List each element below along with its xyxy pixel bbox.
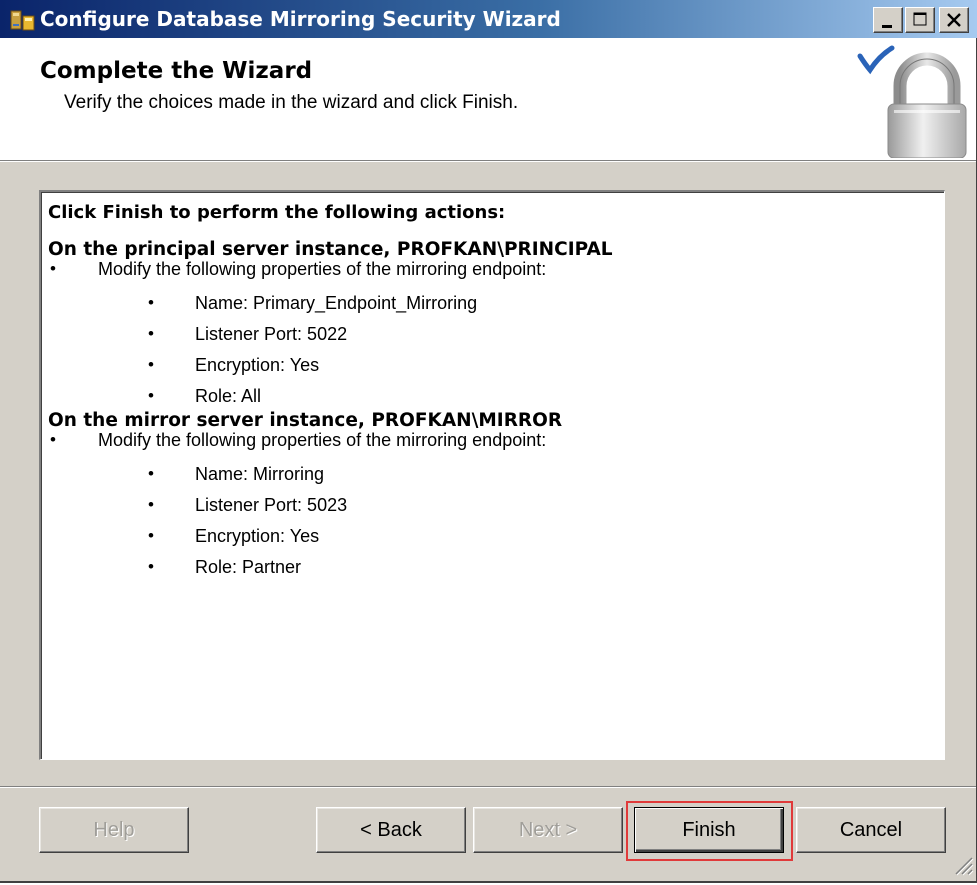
wizard-header: Complete the Wizard Verify the choices m… xyxy=(0,38,976,161)
next-button[interactable]: Next > xyxy=(473,807,623,853)
padlock-check-icon xyxy=(848,44,968,159)
database-wizard-icon xyxy=(10,8,36,32)
list-item: • Role: Partner xyxy=(148,557,302,577)
list-item: • Listener Port: 5023 xyxy=(148,495,348,515)
close-icon xyxy=(947,13,961,27)
list-item: • Encryption: Yes xyxy=(148,526,320,546)
maximize-button[interactable] xyxy=(905,7,935,33)
list-item: • Encryption: Yes xyxy=(148,355,320,375)
bullet-icon: • xyxy=(50,430,56,449)
window-title: Configure Database Mirroring Security Wi… xyxy=(40,7,561,31)
window-bottom-edge xyxy=(0,881,977,883)
minimize-button[interactable] xyxy=(873,7,903,33)
list-item: • Modify the following properties of the… xyxy=(50,430,547,450)
cancel-button[interactable]: Cancel xyxy=(796,807,946,853)
bullet-icon: • xyxy=(148,526,154,545)
bullet-icon: • xyxy=(148,386,154,405)
bullet-icon: • xyxy=(148,324,154,343)
bullet-icon: • xyxy=(50,259,56,278)
list-item: • Modify the following properties of the… xyxy=(50,259,547,279)
list-item: • Name: Mirroring xyxy=(148,464,325,484)
back-button[interactable]: < Back xyxy=(316,807,466,853)
bullet-icon: • xyxy=(148,293,154,312)
summary-intro: Click Finish to perform the following ac… xyxy=(48,202,506,223)
maximize-icon xyxy=(913,12,927,26)
footer-divider-highlight xyxy=(0,787,976,788)
bullet-icon: • xyxy=(148,557,154,576)
title-bar[interactable]: Configure Database Mirroring Security Wi… xyxy=(0,0,977,38)
close-button[interactable] xyxy=(939,7,969,33)
wizard-window: Configure Database Mirroring Security Wi… xyxy=(0,0,977,881)
bullet-icon: • xyxy=(148,464,154,483)
list-item: • Role: All xyxy=(148,386,262,406)
help-button[interactable]: Help xyxy=(39,807,189,853)
header-divider xyxy=(0,161,976,162)
list-item: • Name: Primary_Endpoint_Mirroring xyxy=(148,293,478,313)
list-item: • Listener Port: 5022 xyxy=(148,324,348,344)
finish-button[interactable]: Finish xyxy=(634,807,784,853)
bullet-icon: • xyxy=(148,355,154,374)
bullet-icon: • xyxy=(148,495,154,514)
minimize-icon xyxy=(882,25,892,28)
page-title: Complete the Wizard xyxy=(40,58,313,84)
page-subtitle: Verify the choices made in the wizard an… xyxy=(64,92,519,113)
summary-textbox[interactable]: Click Finish to perform the following ac… xyxy=(39,190,945,760)
resize-grip-icon[interactable] xyxy=(950,852,974,876)
